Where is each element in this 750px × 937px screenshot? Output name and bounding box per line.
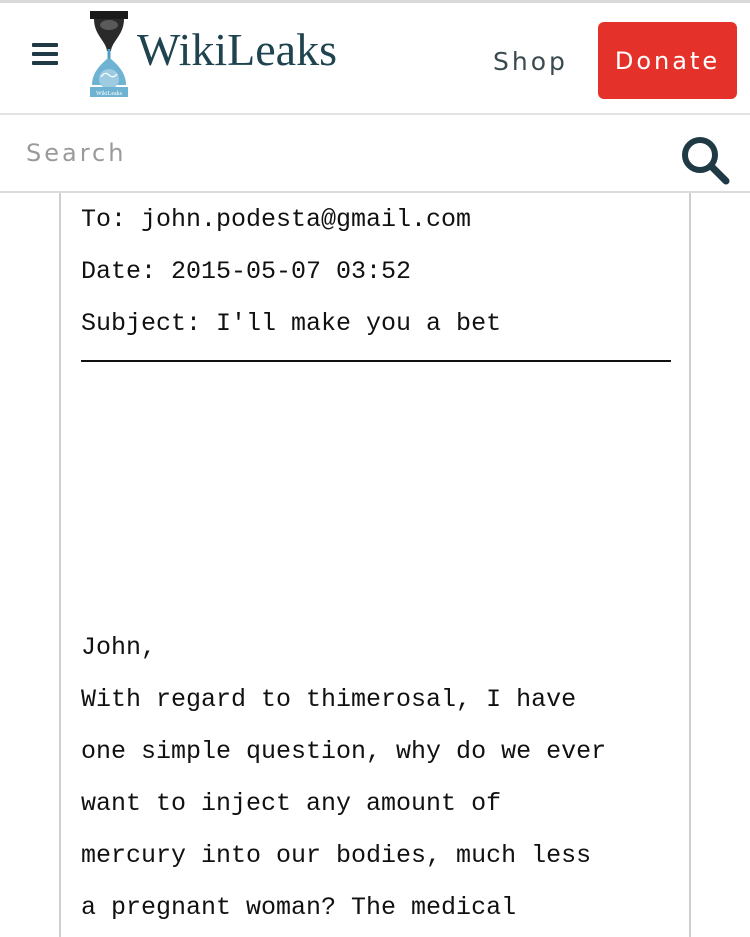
page: WikiLeaks WikiLeaks Shop Donate To: john… xyxy=(0,0,750,937)
email-header-divider xyxy=(81,360,671,362)
hamburger-menu-icon[interactable] xyxy=(32,43,60,65)
email-subject-line: Subject: I'll make you a bet xyxy=(81,309,502,338)
site-header: WikiLeaks WikiLeaks Shop Donate xyxy=(0,3,750,115)
email-date-line: Date: 2015-05-07 03:52 xyxy=(81,257,412,286)
search-input[interactable] xyxy=(26,131,626,175)
search-icon[interactable] xyxy=(678,133,732,187)
email-body-line: With regard to thimerosal, I have xyxy=(81,685,577,714)
logo-badge-text: WikiLeaks xyxy=(96,91,123,97)
donate-button[interactable]: Donate xyxy=(598,22,737,99)
email-content-panel: To: john.podesta@gmail.com Date: 2015-05… xyxy=(59,193,691,937)
site-logo-text[interactable]: WikiLeaks xyxy=(137,27,337,73)
email-body-line: one simple question, why do we ever xyxy=(81,737,607,766)
email-body-line: John, xyxy=(81,633,157,662)
email-to-line: To: john.podesta@gmail.com xyxy=(81,205,472,234)
email-body-line: want to inject any amount of xyxy=(81,789,502,818)
email-body-line: a pregnant woman? The medical xyxy=(81,893,517,922)
wikileaks-logo-icon[interactable]: WikiLeaks xyxy=(86,9,132,101)
search-bar xyxy=(0,115,750,193)
email-body-line: mercury into our bodies, much less xyxy=(81,841,592,870)
shop-link[interactable]: Shop xyxy=(493,47,568,76)
